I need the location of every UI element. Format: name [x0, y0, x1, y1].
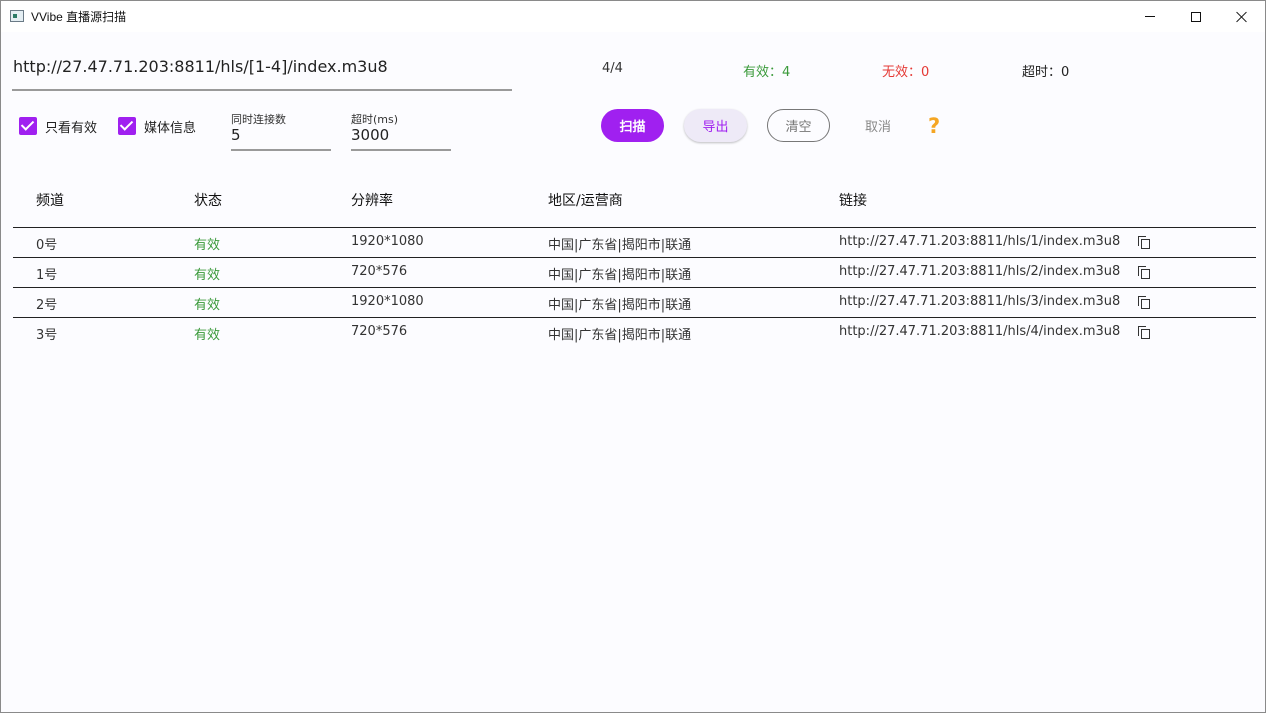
column-header-channel: 频道 — [36, 193, 64, 209]
maximize-button[interactable] — [1173, 1, 1219, 32]
valid-count: 有效：4 — [743, 65, 791, 80]
resolution-cell: 1920*1080 — [351, 294, 424, 309]
channel-cell: 1号 — [36, 268, 58, 283]
invalid-count: 无效：0 — [882, 65, 930, 80]
table-row[interactable]: 2号 有效 1920*1080 中国|广东省|揭阳市|联通 http://27.… — [13, 287, 1256, 317]
link-cell: http://27.47.71.203:8811/hls/1/index.m3u… — [839, 234, 1121, 249]
maximize-icon — [1191, 11, 1201, 22]
copy-icon[interactable] — [1138, 236, 1150, 249]
column-header-resolution: 分辨率 — [351, 193, 393, 209]
channel-cell: 3号 — [36, 328, 58, 343]
progress-count: 4/4 — [602, 61, 623, 76]
column-header-status: 状态 — [194, 193, 222, 209]
checkbox-checked-icon — [19, 117, 37, 135]
only-valid-label: 只看有效 — [45, 120, 98, 136]
copy-icon[interactable] — [1138, 266, 1150, 279]
link-cell: http://27.47.71.203:8811/hls/4/index.m3u… — [839, 324, 1121, 339]
resolution-cell: 720*576 — [351, 264, 408, 279]
table-row[interactable]: 0号 有效 1920*1080 中国|广东省|揭阳市|联通 http://27.… — [13, 227, 1256, 257]
cancel-button[interactable]: 取消 — [852, 109, 904, 142]
link-cell: http://27.47.71.203:8811/hls/3/index.m3u… — [839, 294, 1121, 309]
region-cell: 中国|广东省|揭阳市|联通 — [548, 328, 692, 343]
url-input[interactable] — [12, 53, 512, 91]
column-header-link: 链接 — [839, 193, 867, 209]
app-icon — [10, 10, 24, 22]
close-icon — [1236, 11, 1248, 23]
column-header-region: 地区/运营商 — [548, 193, 623, 209]
close-button[interactable] — [1219, 1, 1265, 32]
connections-input[interactable] — [231, 124, 331, 146]
timeout-input[interactable] — [351, 124, 451, 146]
title-bar[interactable]: VVibe 直播源扫描 — [1, 1, 1265, 32]
status-cell: 有效 — [194, 268, 221, 283]
status-cell: 有效 — [194, 238, 221, 253]
timeout-field: 超时(ms) — [351, 111, 451, 151]
link-cell: http://27.47.71.203:8811/hls/2/index.m3u… — [839, 264, 1121, 279]
table-row[interactable]: 3号 有效 720*576 中国|广东省|揭阳市|联通 http://27.47… — [13, 317, 1256, 347]
minimize-button[interactable] — [1127, 1, 1173, 32]
clear-button[interactable]: 清空 — [767, 109, 830, 142]
resolution-cell: 1920*1080 — [351, 234, 424, 249]
media-info-label: 媒体信息 — [144, 120, 197, 136]
window-title: VVibe 直播源扫描 — [31, 10, 127, 24]
checkbox-checked-icon — [118, 117, 136, 135]
export-button[interactable]: 导出 — [684, 109, 747, 142]
region-cell: 中国|广东省|揭阳市|联通 — [548, 298, 692, 313]
region-cell: 中国|广东省|揭阳市|联通 — [548, 238, 692, 253]
scan-button[interactable]: 扫描 — [601, 109, 664, 142]
connections-field: 同时连接数 — [231, 111, 331, 151]
minimize-icon — [1145, 16, 1155, 17]
only-valid-checkbox[interactable]: 只看有效 — [19, 116, 97, 136]
region-cell: 中国|广东省|揭阳市|联通 — [548, 268, 692, 283]
status-cell: 有效 — [194, 328, 221, 343]
help-icon[interactable]: ? — [928, 114, 948, 138]
table-row[interactable]: 1号 有效 720*576 中国|广东省|揭阳市|联通 http://27.47… — [13, 257, 1256, 287]
channel-cell: 0号 — [36, 238, 58, 253]
media-info-checkbox[interactable]: 媒体信息 — [118, 116, 196, 136]
resolution-cell: 720*576 — [351, 324, 408, 339]
status-cell: 有效 — [194, 298, 221, 313]
channel-cell: 2号 — [36, 298, 58, 313]
timeout-count: 超时：0 — [1022, 65, 1070, 80]
app-window: VVibe 直播源扫描 4/4 有效：4 无效：0 超时：0 只看有效 媒体信息… — [0, 0, 1266, 713]
copy-icon[interactable] — [1138, 326, 1150, 339]
copy-icon[interactable] — [1138, 296, 1150, 309]
